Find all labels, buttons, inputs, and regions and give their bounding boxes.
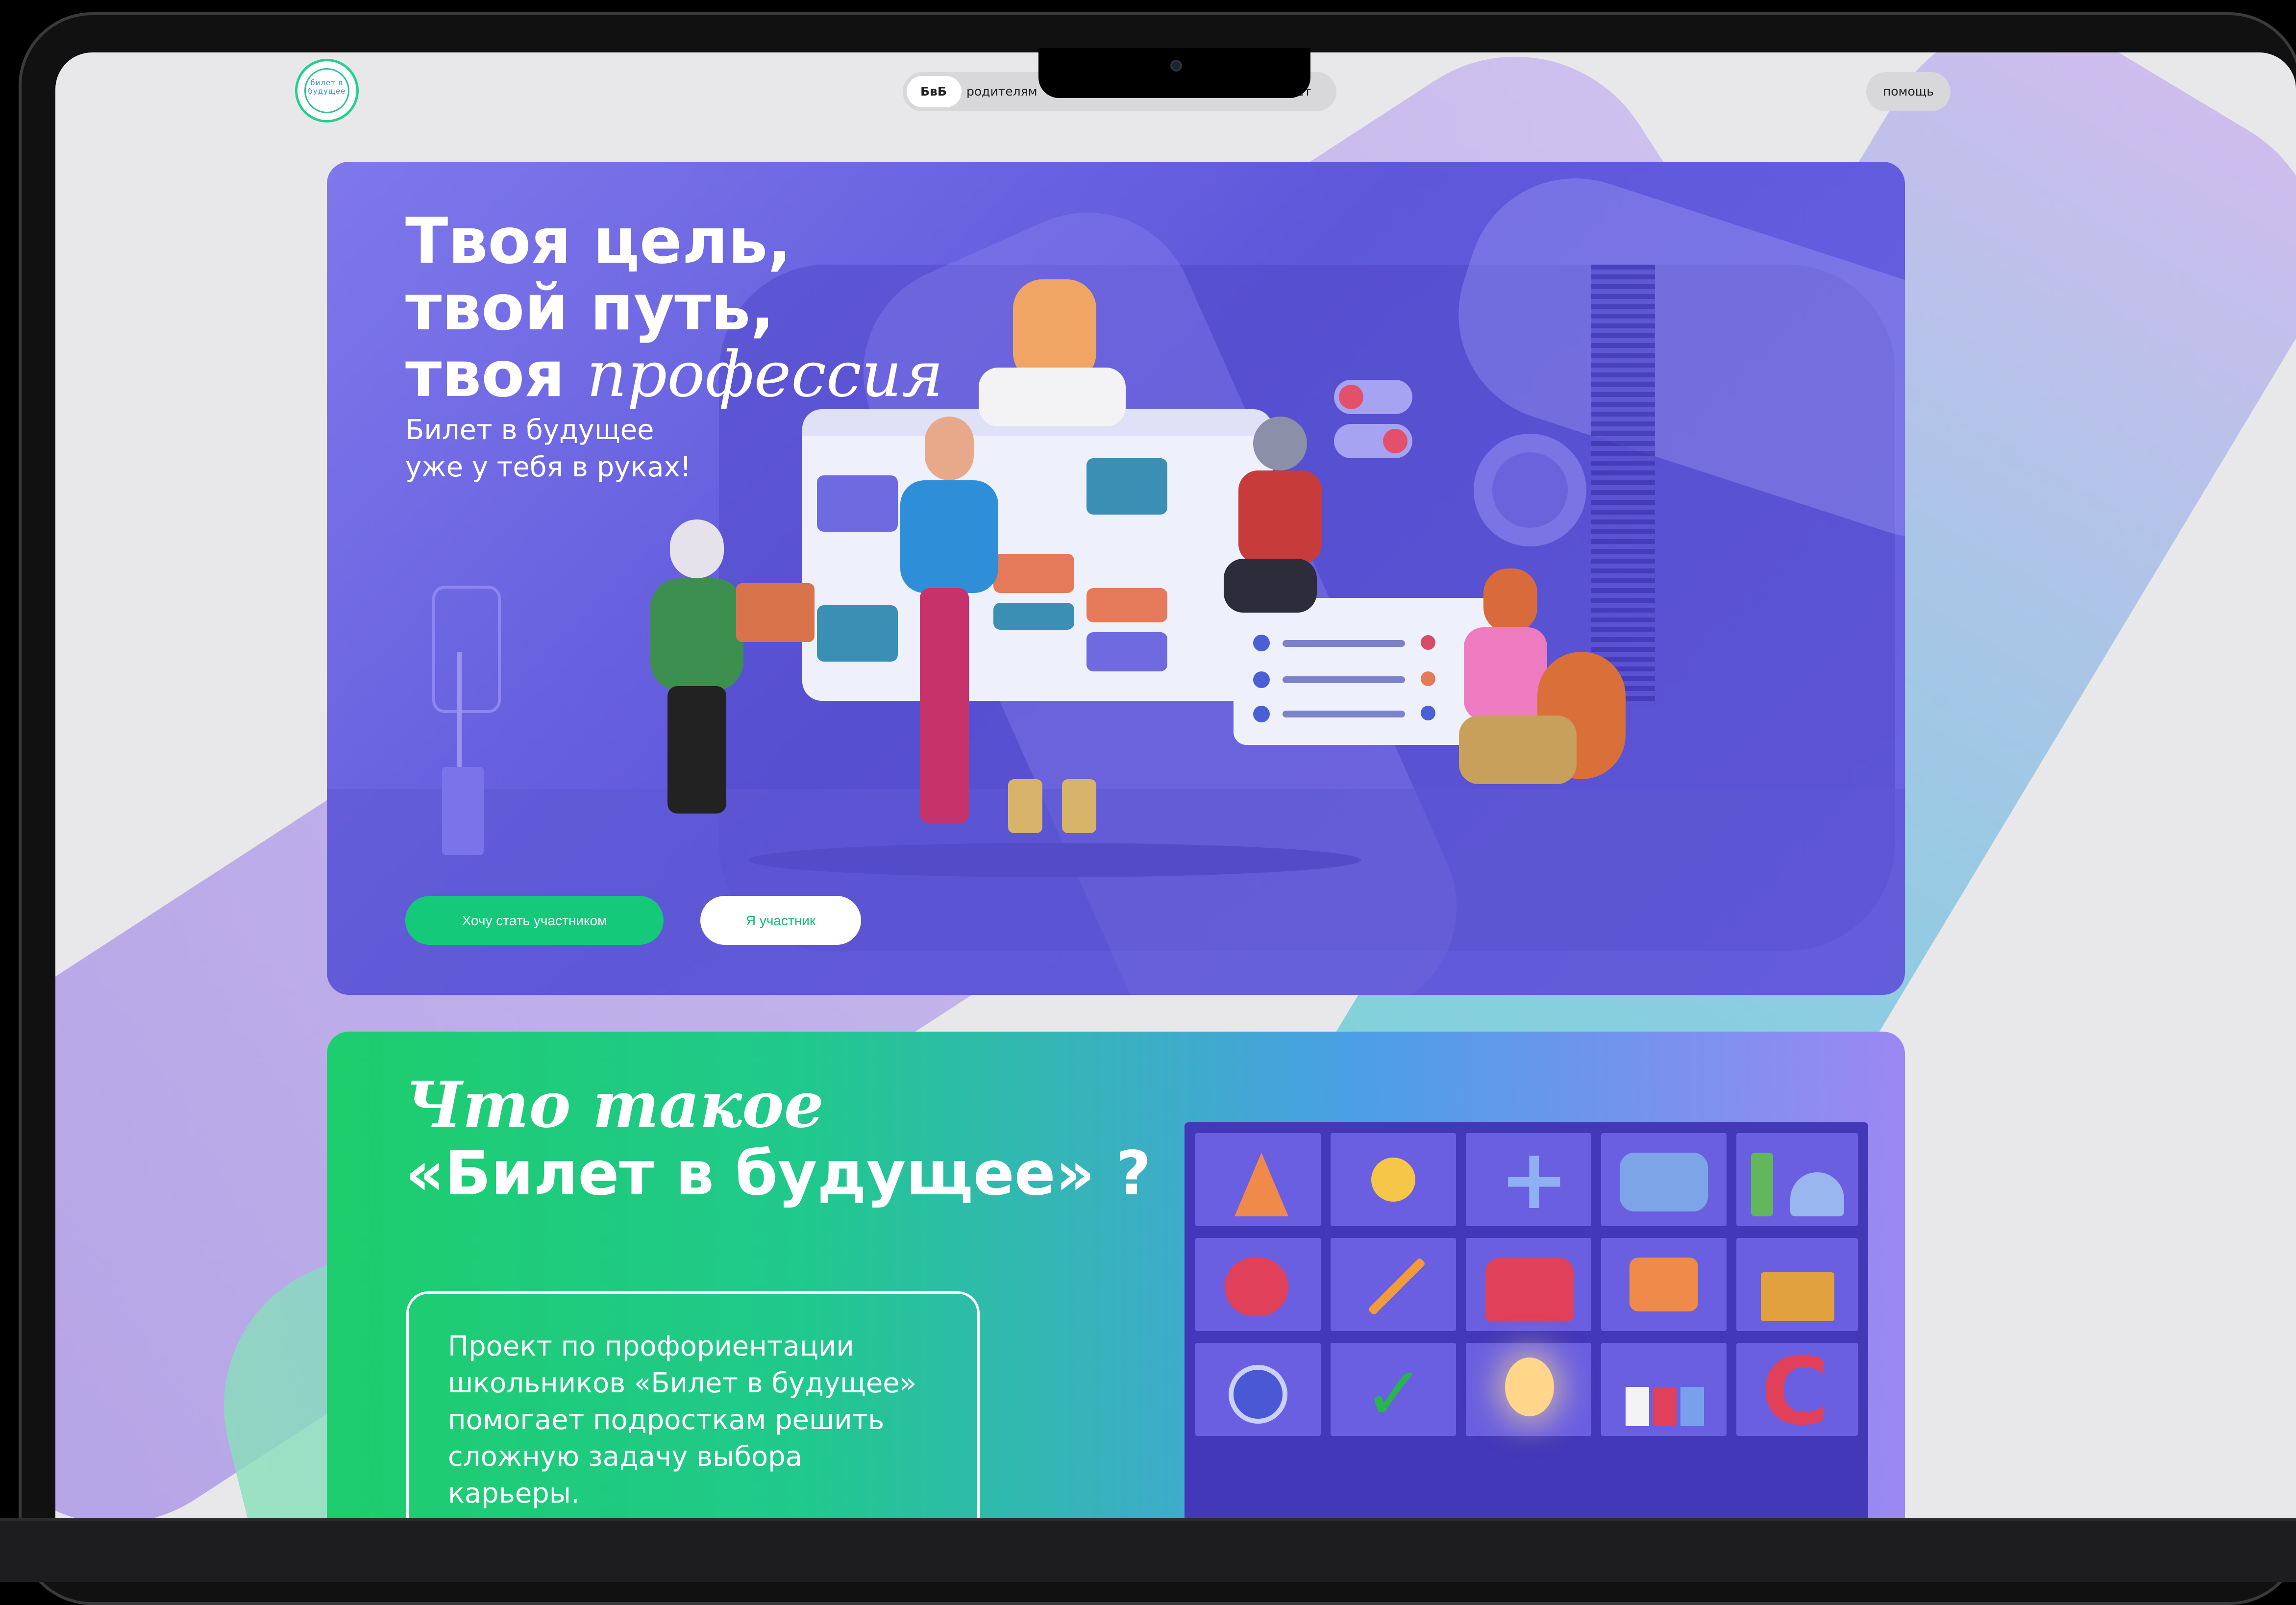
cylinder-icon (1751, 1153, 1773, 1216)
letter-c-icon: C (1761, 1337, 1829, 1446)
board-tile (817, 605, 898, 662)
logo-text: билет в будущее (308, 78, 346, 96)
heart-headphones-icon (1225, 1258, 1288, 1316)
laptop-base (0, 1518, 2296, 1582)
become-participant-button[interactable]: Хочу стать участником (405, 896, 664, 945)
checklist-dot (1421, 635, 1435, 650)
cone-icon (1234, 1153, 1288, 1216)
hero-subtitle-line2: уже у тебя в руках! (405, 451, 691, 483)
checklist-dot (1421, 706, 1435, 720)
plant-frame (432, 586, 501, 713)
about-card: Проект по профориентации школьников «Бил… (406, 1291, 980, 1518)
girl-character (641, 519, 815, 838)
raccoon-legs (1224, 559, 1317, 613)
parcel-box (736, 583, 815, 642)
raccoon-shirt (1238, 470, 1322, 564)
shelf-cell (1331, 1133, 1456, 1226)
shelf-cell (1601, 1133, 1727, 1226)
stage-platform (748, 843, 1361, 877)
camera-notch (1038, 48, 1310, 98)
fox-head (1483, 568, 1537, 632)
hero-banner: Твоя цель, твой путь, твоя профессия Бил… (327, 162, 1905, 995)
girl-head (670, 519, 724, 578)
shelf-cell: ✓ (1331, 1343, 1456, 1436)
toggle-knob (1383, 429, 1407, 453)
shelf-cell (1331, 1238, 1456, 1331)
shelf-cell: + (1466, 1133, 1591, 1226)
shelf-cell (1195, 1238, 1321, 1331)
deer-character (890, 417, 1003, 848)
shelf-cell (1736, 1238, 1858, 1331)
dome-icon (1790, 1172, 1844, 1216)
girl-legs (667, 686, 726, 814)
toggle-knob (1339, 385, 1363, 409)
girl-sweater (650, 578, 743, 691)
shelf-cell (1601, 1343, 1727, 1436)
raccoon-head (1253, 417, 1307, 470)
board-tile (817, 475, 898, 532)
shelf-cell (1601, 1238, 1727, 1331)
icon-shelf-illustration: + ✓ C (1185, 1122, 1868, 1518)
sneaker-icon (1485, 1258, 1574, 1321)
shelf-cell (1195, 1343, 1321, 1436)
deer-head (925, 417, 974, 480)
about-section: Что такое «Билет в будущее» ? Проект по … (327, 1032, 1905, 1518)
i-am-participant-button[interactable]: Я участник (700, 896, 861, 945)
deer-jacket (900, 480, 998, 593)
about-text: Проект по профориентации школьников «Бил… (448, 1331, 917, 1509)
about-title-line1: Что такое (405, 1068, 824, 1142)
tiger-legs (1008, 779, 1042, 833)
fox-shirt (1464, 627, 1547, 720)
checklist-check-icon (1253, 706, 1270, 722)
about-title: Что такое «Билет в будущее» ? (405, 1071, 1151, 1208)
tiger-head (1013, 279, 1096, 382)
hero-title: Твоя цель, твой путь, твоя профессия (405, 208, 943, 408)
camera-icon (1170, 60, 1182, 72)
plant-vase (442, 767, 484, 855)
user-icon (1229, 1365, 1287, 1424)
browser-viewport: билет в будущее БвБ родителям школьникам… (55, 52, 2296, 1518)
hero-subtitle-line1: Билет в будущее (405, 414, 654, 446)
checklist-check-icon (1253, 671, 1270, 688)
fox-character (1449, 568, 1635, 838)
hero-title-line2: твой путь, (405, 272, 774, 345)
shelf-cell (1736, 1133, 1858, 1226)
checklist-line (1283, 676, 1405, 683)
shelf-cell (1466, 1238, 1591, 1331)
hero-title-line3-italic: профессия (586, 338, 943, 411)
site-logo[interactable]: билет в будущее (295, 59, 359, 123)
hexagon-icon (1620, 1153, 1708, 1211)
play-icon (1629, 1258, 1698, 1311)
emoji-sunglasses-icon (1371, 1158, 1415, 1202)
deer-legs (920, 588, 969, 823)
hero-subtitle: Билет в будущее уже у тебя в руках! (405, 412, 691, 486)
nav-item-bvb[interactable]: БвБ (920, 72, 947, 111)
box-icon (1761, 1272, 1834, 1321)
lightbulb-icon (1505, 1358, 1554, 1416)
chart-icon (1626, 1387, 1704, 1426)
wall-ring-decoration (1474, 434, 1586, 546)
hero-title-line1: Твоя цель, (405, 205, 791, 278)
checklist-line (1283, 711, 1405, 717)
nav-item-parents[interactable]: родителям (966, 72, 1037, 111)
checklist-dot (1421, 671, 1435, 686)
fox-legs (1459, 716, 1577, 784)
checkmark-icon: ✓ (1363, 1352, 1425, 1437)
raccoon-character (1224, 417, 1332, 671)
help-button[interactable]: помощь (1866, 72, 1950, 111)
tiger-legs (1062, 779, 1096, 833)
shelf-cell: C (1736, 1337, 1858, 1446)
toggle-illustration (1334, 380, 1412, 414)
toggle-illustration (1334, 424, 1412, 458)
shelf-cell (1466, 1343, 1591, 1436)
shelf-cell (1195, 1133, 1321, 1226)
plant-branch (457, 652, 462, 769)
about-title-line2: «Билет в будущее» ? (405, 1138, 1151, 1209)
hero-title-line3-bold: твоя (405, 338, 565, 411)
pencils-icon (1367, 1257, 1426, 1316)
plus-icon: + (1499, 1131, 1569, 1228)
